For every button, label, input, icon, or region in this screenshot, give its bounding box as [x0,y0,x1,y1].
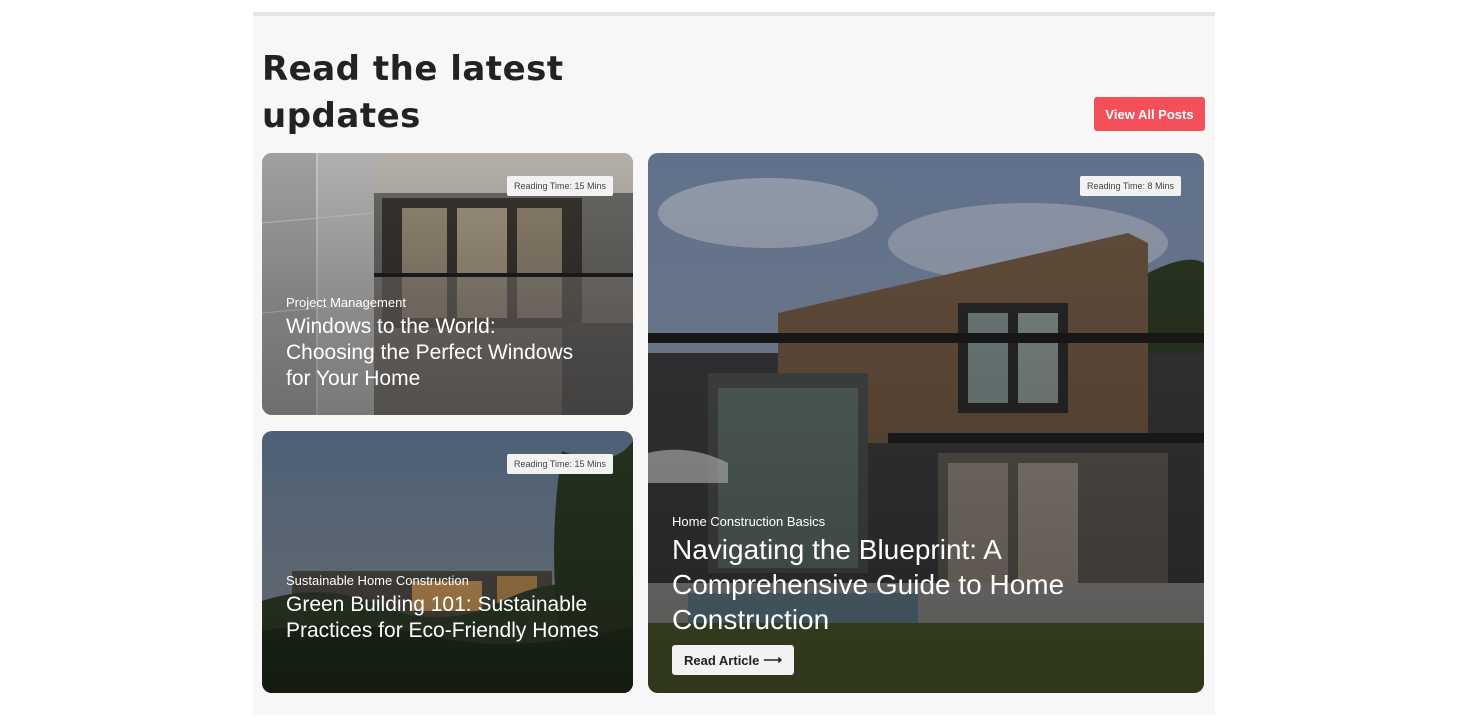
read-article-label: Read Article [684,652,760,668]
reading-time-badge: Reading Time: 8 Mins [1080,176,1182,196]
post-card-green-building[interactable]: Reading Time: 15 Mins Sustainable Home C… [262,431,633,693]
read-article-button[interactable]: Read Article ⟶ [672,645,795,675]
post-category: Project Management [286,295,406,310]
reading-time-badge: Reading Time: 15 Mins [507,454,614,474]
post-category: Sustainable Home Construction [286,573,469,588]
view-all-posts-button[interactable]: View All Posts [1094,97,1205,131]
reading-time-badge: Reading Time: 15 Mins [507,176,614,196]
post-card-windows[interactable]: Reading Time: 15 Mins Project Management… [262,153,633,415]
post-card-blueprint[interactable]: Reading Time: 8 Mins Home Construction B… [648,153,1204,693]
latest-updates-section: Read the latest updates View All Posts R… [253,12,1215,715]
post-title[interactable]: Green Building 101: Sustainable Practice… [286,592,606,644]
post-title[interactable]: Navigating the Blueprint: A Comprehensiv… [672,532,1142,637]
post-category: Home Construction Basics [672,514,826,529]
section-heading: Read the latest updates [262,49,564,136]
arrow-right-icon: ⟶ [763,652,783,667]
post-title[interactable]: Windows to the World: Choosing the Perfe… [286,314,576,392]
